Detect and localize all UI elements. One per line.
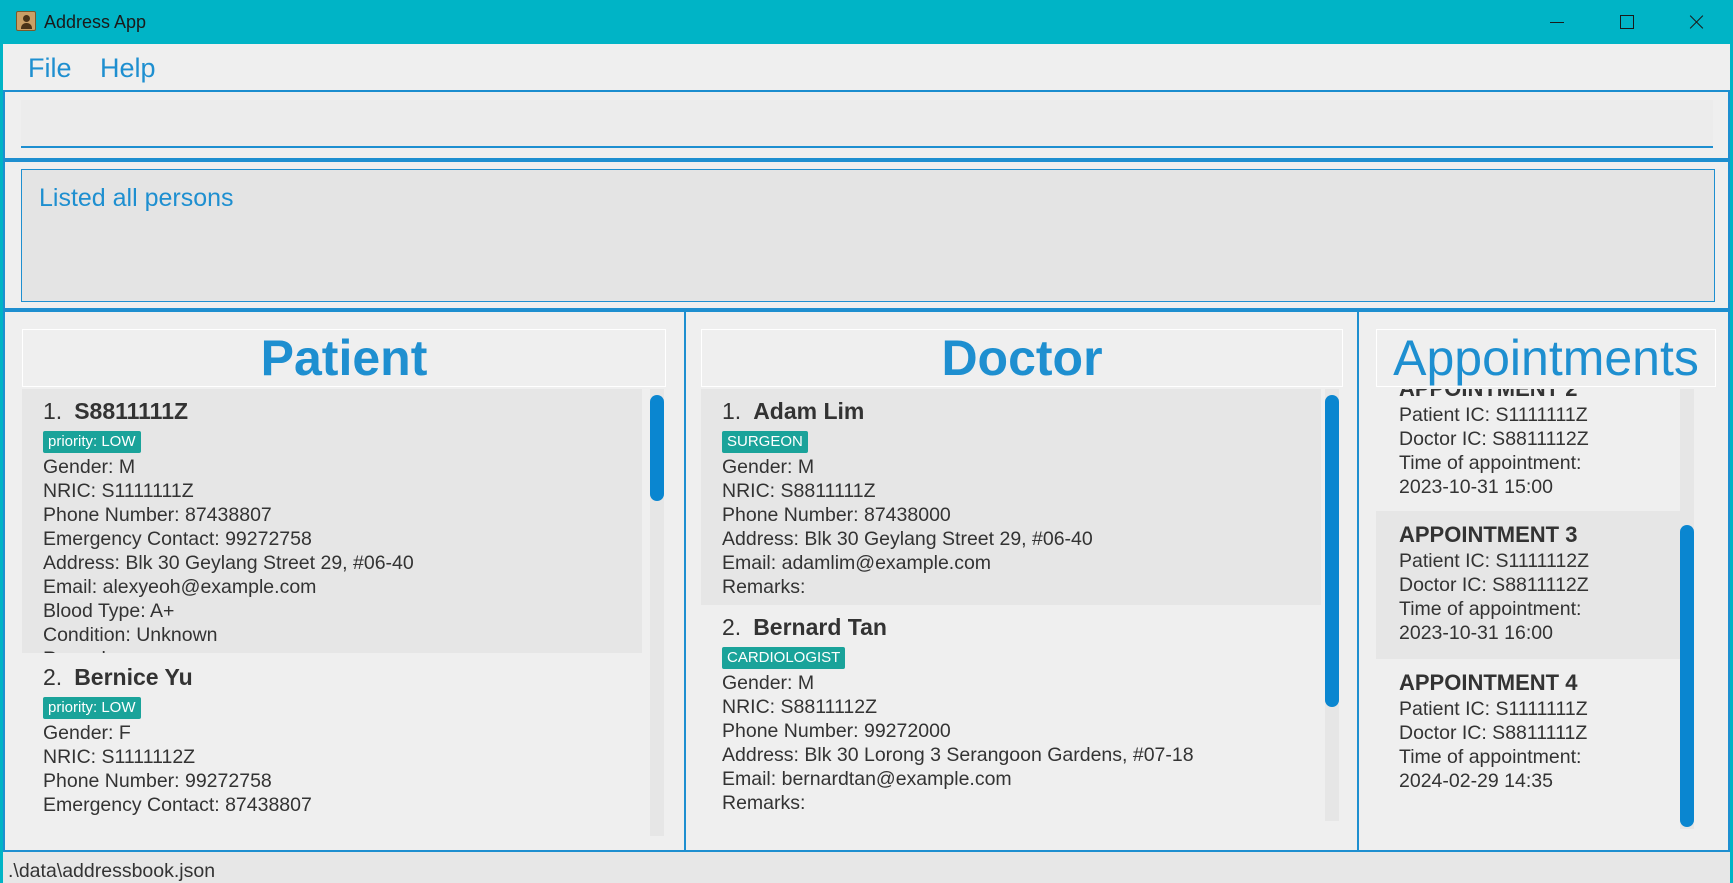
patient-emergency-contact: Emergency Contact: 87438807 [43, 794, 312, 816]
doctor-card[interactable]: 2. Bernard Tan CARDIOLOGIST Gender: M NRI… [701, 605, 1321, 821]
appointment-card[interactable]: APPOINTMENT 4 Patient IC: S1111111Z Doct… [1376, 659, 1694, 807]
appointment-title: APPOINTMENT 2 [1399, 389, 1694, 403]
appointment-time-label: Time of appointment: [1399, 452, 1582, 474]
patient-condition: Condition: Unknown [43, 624, 218, 646]
patient-card[interactable]: 2. Bernice Yu priority: LOW Gender: F NRI… [22, 653, 642, 836]
close-button[interactable] [1660, 0, 1730, 44]
appointment-patient-ic: Patient IC: S1111111Z [1399, 404, 1588, 426]
appointment-card[interactable]: APPOINTMENT 3 Patient IC: S1111112Z Doct… [1376, 511, 1694, 659]
patient-list[interactable]: 1. S8811111Z priority: LOW Gender: M NRIC… [22, 389, 666, 836]
doctor-email: Email: adamlim@example.com [722, 552, 992, 574]
appointment-title: APPOINTMENT 3 [1399, 522, 1578, 547]
appointment-scroll-thumb[interactable] [1680, 525, 1694, 827]
patient-card[interactable]: 1. S8811111Z priority: LOW Gender: M NRIC… [22, 389, 642, 670]
patient-phone: Phone Number: 99272758 [43, 770, 272, 792]
doctor-remarks: Remarks: [722, 576, 806, 598]
doctor-scroll-thumb[interactable] [1325, 395, 1339, 707]
appointment-time: 2023-10-31 15:00 [1399, 476, 1553, 498]
appointment-patient-ic: Patient IC: S1111111Z [1399, 698, 1588, 720]
patient-name: 1. S8811111Z [43, 398, 189, 424]
specialty-tag: SURGEON [722, 431, 808, 453]
address-book-icon [16, 11, 36, 31]
data-file-path: .\data\addressbook.json [8, 860, 216, 882]
patient-phone: Phone Number: 87438807 [43, 504, 272, 526]
appointment-doctor-ic: Doctor IC: S8811112Z [1399, 428, 1589, 450]
patient-scroll-thumb[interactable] [650, 395, 664, 501]
appointment-list[interactable]: APPOINTMENT 2 Patient IC: S1111111Z Doct… [1376, 389, 1716, 829]
result-text-area[interactable]: Listed all persons [21, 169, 1715, 302]
window-title: Address App [44, 12, 147, 32]
appointment-time-label: Time of appointment: [1399, 746, 1582, 768]
doctor-address: Address: Blk 30 Geylang Street 29, #06-4… [722, 528, 1093, 550]
doctor-gender: Gender: M [722, 456, 815, 478]
title-bar: Address App [0, 0, 1733, 44]
doctor-name: 2. Bernard Tan [722, 614, 887, 640]
appointment-scrollbar[interactable] [1680, 389, 1694, 829]
appointment-doctor-ic: Doctor IC: S8811111Z [1399, 722, 1588, 744]
specialty-tag: CARDIOLOGIST [722, 647, 846, 669]
list-panels: Patient 1. S8811111Z priority: LOW Gender… [3, 310, 1730, 852]
appointment-header: Appointments [1376, 329, 1716, 387]
appointment-time: 2024-02-29 14:35 [1399, 770, 1553, 792]
status-bar: .\data\addressbook.json [3, 852, 1730, 883]
patient-header: Patient [22, 329, 666, 387]
patient-blood-type: Blood Type: A+ [43, 600, 175, 622]
doctor-panel: Doctor 1. Adam Lim SURGEON Gender: M NRIC… [684, 312, 1357, 850]
doctor-nric: NRIC: S8811112Z [722, 696, 877, 718]
minimize-button[interactable] [1520, 0, 1590, 44]
patient-panel: Patient 1. S8811111Z priority: LOW Gender… [7, 312, 682, 850]
appointment-time: 2023-10-31 16:00 [1399, 622, 1553, 644]
doctor-email: Email: bernardtan@example.com [722, 768, 1012, 790]
menu-help[interactable]: Help [100, 53, 156, 84]
appointment-time-label: Time of appointment: [1399, 598, 1582, 620]
doctor-scrollbar[interactable] [1325, 389, 1339, 821]
appointment-card[interactable]: APPOINTMENT 2 Patient IC: S1111111Z Doct… [1376, 389, 1694, 511]
doctor-nric: NRIC: S8811111Z [722, 480, 876, 502]
patient-emergency-contact: Emergency Contact: 99272758 [43, 528, 312, 550]
command-box [3, 90, 1730, 160]
patient-scrollbar[interactable] [650, 389, 664, 836]
appointment-panel: Appointments APPOINTMENT 2 Patient IC: S… [1357, 312, 1728, 850]
result-message: Listed all persons [39, 184, 234, 212]
doctor-gender: Gender: M [722, 672, 815, 694]
doctor-list[interactable]: 1. Adam Lim SURGEON Gender: M NRIC: S8811… [701, 389, 1343, 836]
doctor-address: Address: Blk 30 Lorong 3 Serangoon Garde… [722, 744, 1194, 766]
patient-nric: NRIC: S1111112Z [43, 746, 196, 768]
menu-bar: File Help [3, 44, 1730, 90]
doctor-header: Doctor [701, 329, 1343, 387]
patient-gender: Gender: F [43, 722, 131, 744]
menu-file[interactable]: File [28, 53, 72, 84]
priority-tag: priority: LOW [43, 697, 141, 719]
patient-email: Email: alexyeoh@example.com [43, 576, 317, 598]
doctor-remarks: Remarks: [722, 792, 806, 814]
patient-address: Address: Blk 30 Geylang Street 29, #06-4… [43, 552, 414, 574]
result-display: Listed all persons [3, 160, 1730, 310]
appointment-title: APPOINTMENT 4 [1399, 670, 1578, 695]
patient-nric: NRIC: S1111111Z [43, 480, 194, 502]
patient-name: 2. Bernice Yu [43, 664, 193, 690]
doctor-card[interactable]: 1. Adam Lim SURGEON Gender: M NRIC: S8811… [701, 389, 1321, 605]
maximize-button[interactable] [1590, 0, 1660, 44]
appointment-patient-ic: Patient IC: S1111112Z [1399, 550, 1590, 572]
doctor-name: 1. Adam Lim [722, 398, 865, 424]
priority-tag: priority: LOW [43, 431, 141, 453]
doctor-phone: Phone Number: 87438000 [722, 504, 951, 526]
appointment-doctor-ic: Doctor IC: S8811112Z [1399, 574, 1589, 596]
doctor-phone: Phone Number: 99272000 [722, 720, 951, 742]
patient-gender: Gender: M [43, 456, 136, 478]
command-input[interactable] [21, 100, 1713, 148]
